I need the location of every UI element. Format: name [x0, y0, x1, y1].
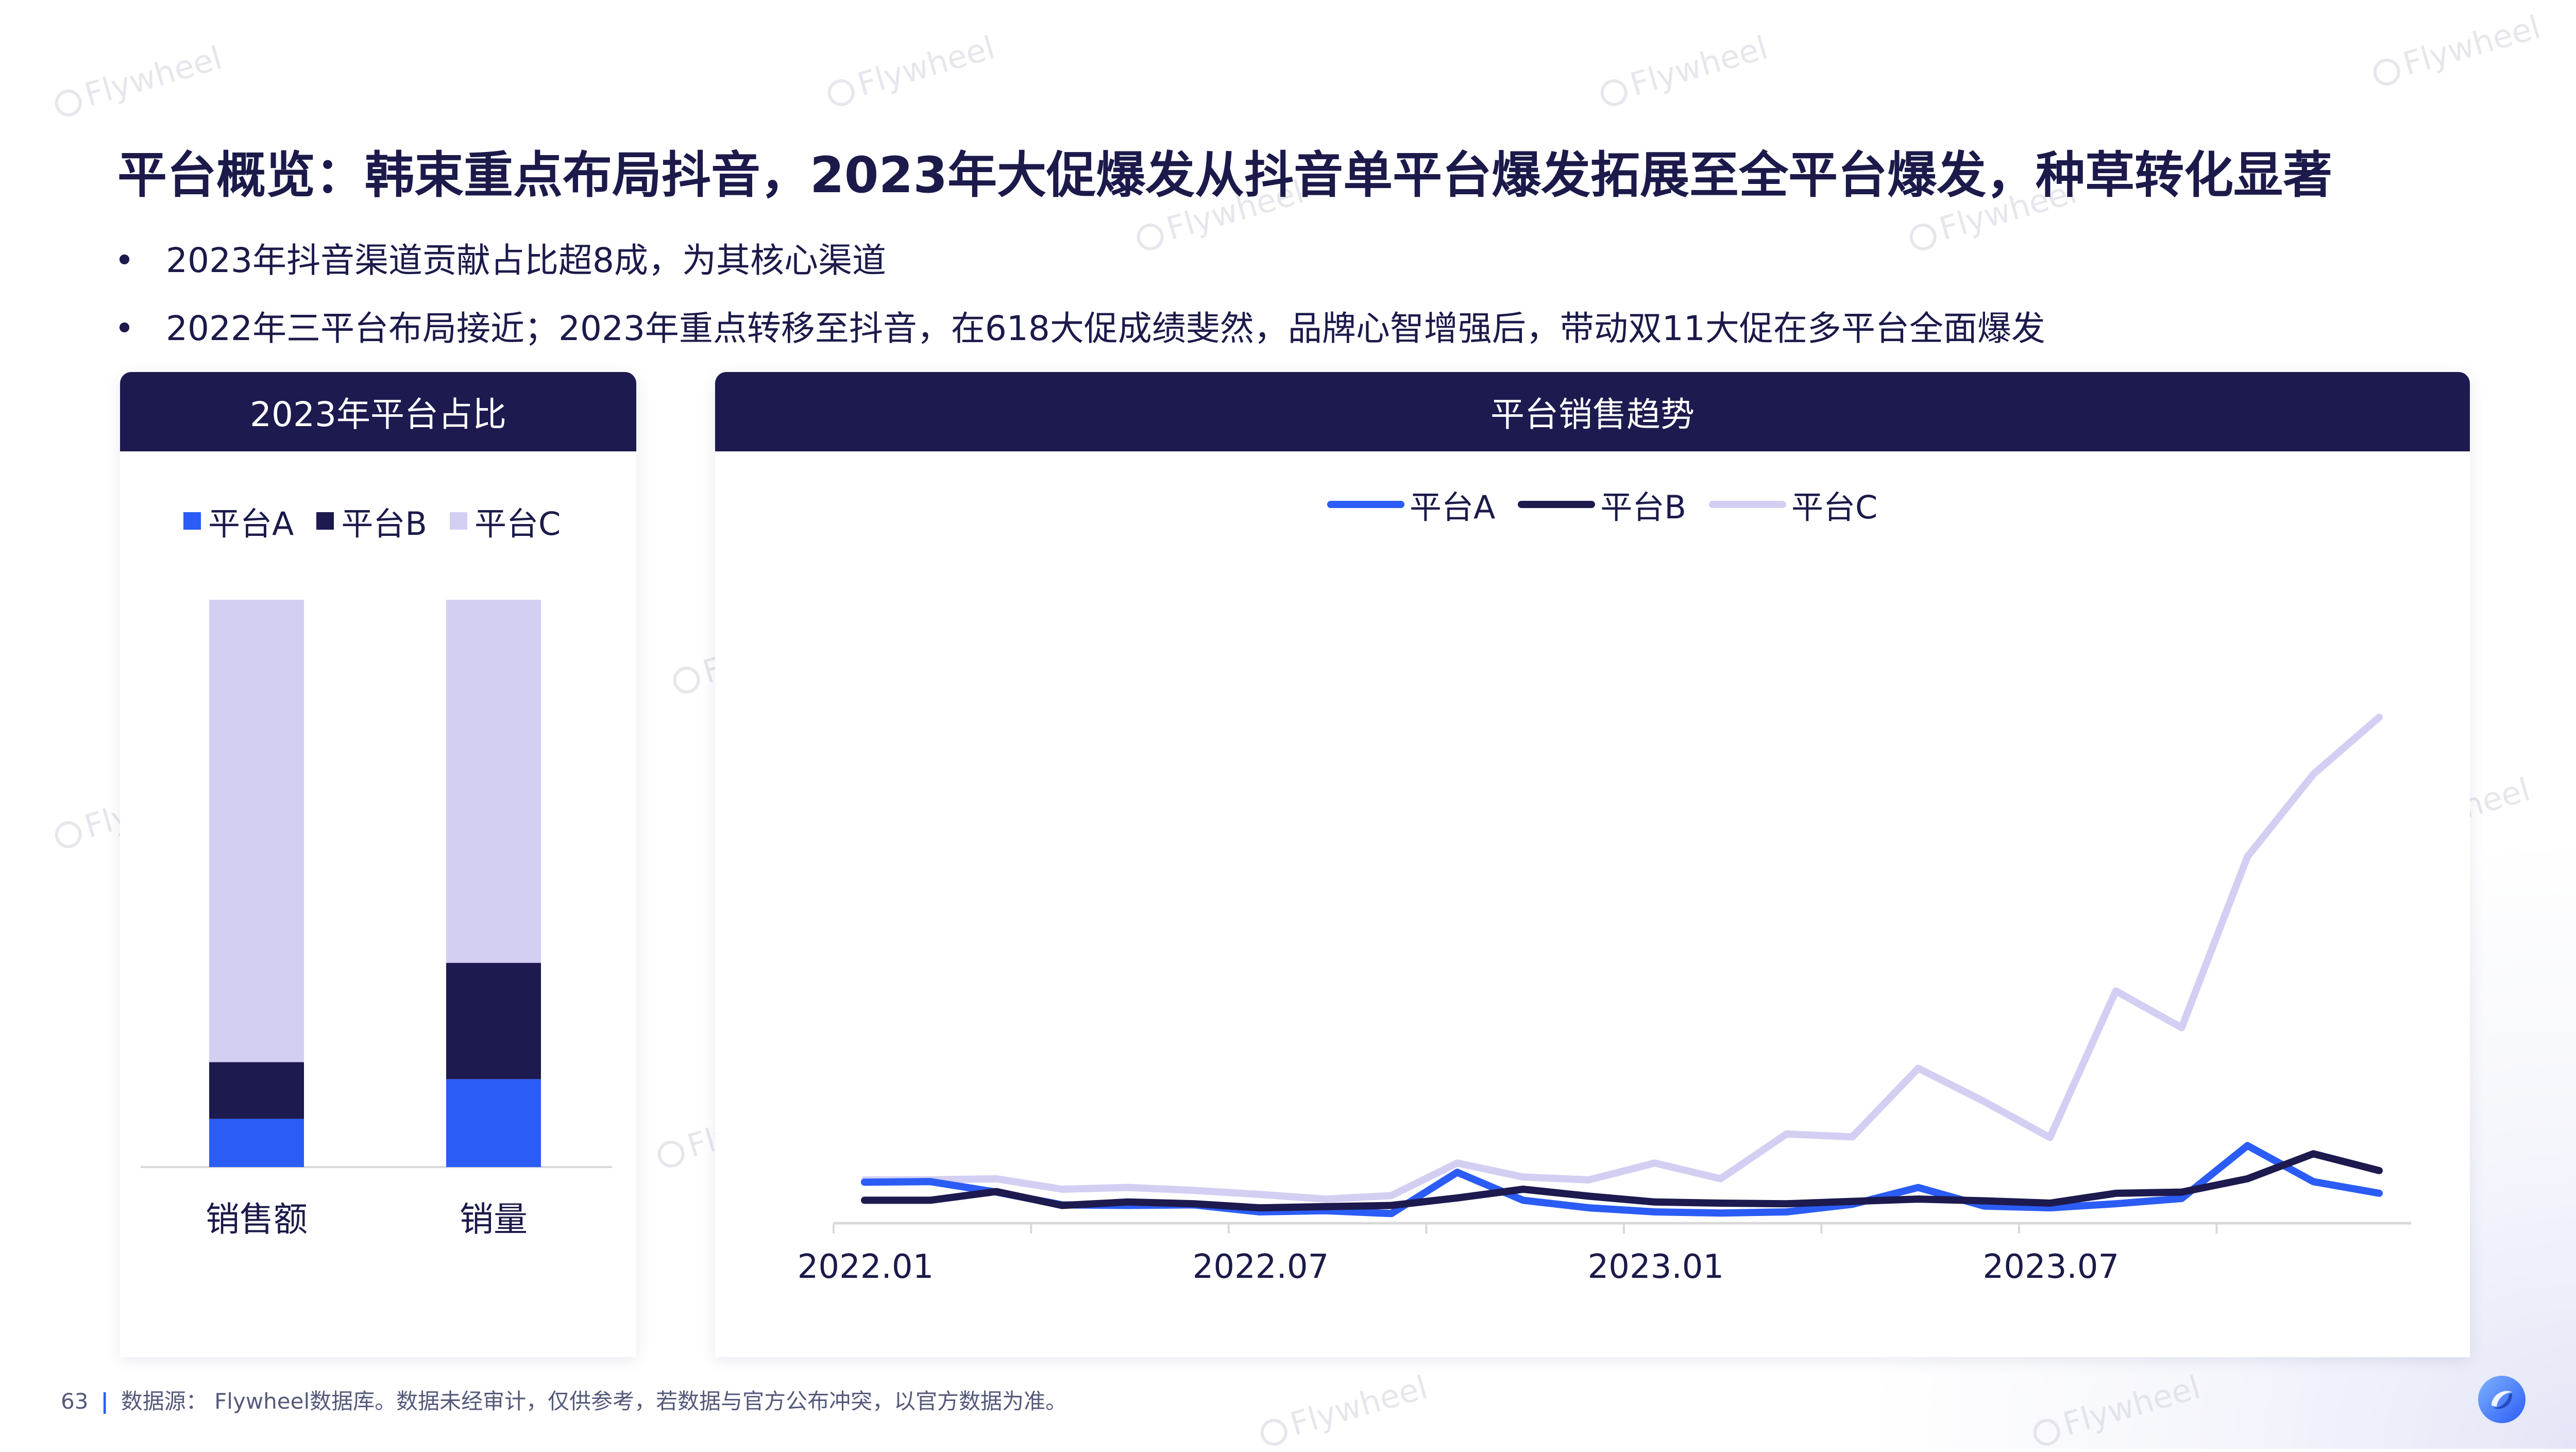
- watermark: Flywheel: [49, 39, 226, 123]
- watermark: Flywheel: [2368, 8, 2545, 92]
- x-tick-label: 2023.01: [1588, 1248, 1724, 1286]
- watermark: Flywheel: [1255, 1368, 1432, 1452]
- bullet-text: 2022年三平台布局接近；2023年重点转移至抖音，在618大促成绩斐然，品牌心…: [166, 309, 2045, 348]
- footer-separator: |: [100, 1389, 109, 1414]
- bar-segment-platform-a: [209, 1119, 304, 1167]
- flywheel-logo-icon: [2478, 1376, 2526, 1423]
- bar-segment-platform-b: [209, 1062, 304, 1119]
- line-chart: 2022.01 2022.07 2023.01 2023.07: [798, 714, 2411, 1286]
- x-tick-label: 2022.01: [798, 1248, 934, 1286]
- bar-segment-platform-c: [446, 600, 541, 963]
- bullet-item: • 2023年抖音渠道贡献占比超8成，为其核心渠道: [114, 227, 2045, 295]
- footer: 63 | 数据源： Flywheel数据库。数据未经审计，仅供参考，若数据与官方公布…: [61, 1384, 1067, 1415]
- page-title: 平台概览：韩束重点布局抖音，2023年大促爆发从抖音单平台爆发拓展至全平台爆发，…: [117, 146, 2333, 204]
- bar-category-label: 销量: [460, 1200, 528, 1239]
- watermark: Flywheel: [822, 28, 999, 112]
- watermark: Flywheel: [1595, 28, 1772, 112]
- bullet-item: • 2022年三平台布局接近；2023年重点转移至抖音，在618大促成绩斐然，品牌…: [114, 295, 2045, 363]
- stacked-bar-chart: 销售额 销量: [141, 600, 612, 1239]
- bar-segment-platform-a: [446, 1079, 541, 1167]
- page-number: 63: [61, 1389, 89, 1414]
- bullet-dot: •: [114, 309, 134, 348]
- bar-category-label: 销售额: [206, 1200, 308, 1239]
- platform-share-panel: 2023年平台占比 平台A 平台B 平台C 销售额 销量: [120, 372, 636, 1357]
- x-tick-label: 2023.07: [1983, 1248, 2120, 1286]
- bar-segment-platform-c: [209, 600, 304, 1062]
- data-source-note: 数据源： Flywheel数据库。数据未经审计，仅供参考，若数据与官方公布冲突，…: [121, 1389, 1067, 1414]
- bullet-list: • 2023年抖音渠道贡献占比超8成，为其核心渠道 • 2022年三平台布局接近；2…: [114, 227, 2045, 363]
- sales-trend-panel: 平台销售趋势 平台A 平台B 平台C 2022.01 2022.07 2023.01…: [715, 372, 2470, 1357]
- bullet-text: 2023年抖音渠道贡献占比超8成，为其核心渠道: [166, 241, 886, 280]
- series-line-platform-c: [861, 714, 2383, 1203]
- bar-segment-platform-b: [446, 963, 541, 1079]
- x-tick-label: 2022.07: [1193, 1248, 1329, 1286]
- bullet-dot: •: [114, 241, 134, 280]
